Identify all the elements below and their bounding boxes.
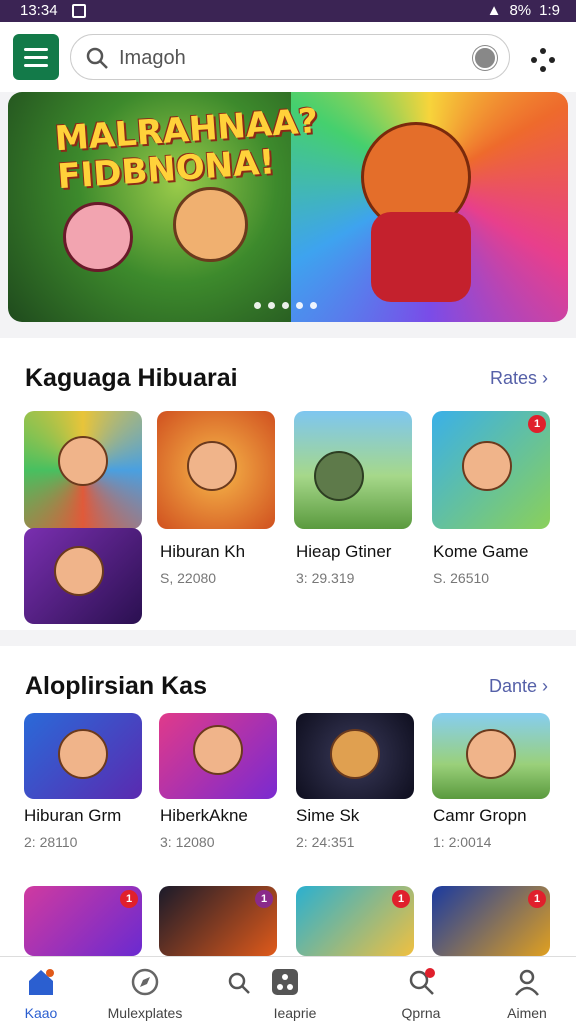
home-icon (29, 969, 54, 995)
game-meta: 3: 29.319 (296, 570, 355, 586)
game-meta: 3: 12080 (160, 834, 215, 850)
bottom-nav: Kaao Mulexplates Ieaprie Qprna Aimen (0, 956, 576, 1024)
menu-button[interactable] (13, 34, 59, 80)
search-icon (86, 47, 108, 69)
top-bar: Imagoh (0, 22, 576, 92)
ball-icon[interactable] (473, 46, 497, 70)
game-tile[interactable]: 1 (296, 886, 414, 956)
pager-dot[interactable] (268, 302, 275, 309)
fox-outfit (371, 212, 471, 302)
character-face (193, 725, 243, 775)
game-name[interactable]: Hiburan Kh (160, 542, 245, 562)
section-more-link[interactable]: Dante › (489, 676, 548, 697)
character-face (462, 441, 512, 491)
game-tile[interactable] (24, 713, 142, 799)
game-tile[interactable] (24, 528, 142, 624)
character-face (314, 451, 364, 501)
game-meta: S, 22080 (160, 570, 217, 586)
search-placeholder: Imagoh (119, 47, 186, 69)
section-hiburan: Kaguaga Hibuarai Rates › Hiburan Kh S, 2… (0, 338, 576, 630)
character-girl (63, 202, 133, 272)
status-icons: ▲ 8% 1:9 (487, 2, 560, 19)
pager-dot[interactable] (254, 302, 261, 309)
status-time: 13:34 (20, 2, 58, 19)
game-name[interactable]: Kome Game (433, 542, 528, 562)
game-controller-icon (272, 969, 298, 995)
hero-banner[interactable]: MALRAHNAA? FIDBNONA! (8, 92, 568, 322)
nav-label: Kaao (24, 1005, 58, 1021)
character-boy (173, 187, 248, 262)
notification-badge: 1 (528, 415, 546, 433)
pager-dot[interactable] (296, 302, 303, 309)
notification-badge: 1 (120, 890, 138, 908)
game-name[interactable]: Sime Sk (296, 806, 359, 826)
character-face (187, 441, 237, 491)
section-more-label: Dante (488, 676, 537, 696)
banner-pager[interactable] (254, 302, 317, 309)
notification-badge: 1 (528, 890, 546, 908)
search-input[interactable]: Imagoh (70, 34, 510, 80)
game-meta: 2: 24:351 (296, 834, 355, 850)
notification-icon (72, 4, 86, 18)
pager-dot[interactable] (310, 302, 317, 309)
game-tile[interactable] (159, 713, 277, 799)
game-tile[interactable]: 1 (159, 886, 277, 956)
game-tile[interactable] (432, 713, 550, 799)
banner-right-art (291, 92, 568, 322)
search-icon (228, 972, 250, 994)
nav-label: Ieaprie (273, 1005, 317, 1021)
section-more-link[interactable]: Rates › (490, 368, 548, 389)
game-name[interactable]: Camr Gropn (433, 806, 527, 826)
game-meta: S. 26510 (433, 570, 490, 586)
nav-label: Mulexplates (107, 1005, 183, 1021)
status-time-right: 1:9 (539, 2, 560, 19)
character-face (58, 729, 108, 779)
character-face (330, 729, 380, 779)
game-tile[interactable] (157, 411, 275, 529)
character-face (58, 436, 108, 486)
game-tile[interactable]: 1 (432, 886, 550, 956)
menu-icon-line (24, 47, 48, 51)
more-dots-icon[interactable] (530, 47, 556, 73)
game-meta: 1: 2:0014 (433, 834, 492, 850)
section-title: Aloplirsian Kas (25, 672, 207, 700)
menu-icon-line (24, 55, 48, 59)
status-bar: 13:34 ▲ 8% 1:9 (0, 0, 576, 22)
pager-dot[interactable] (282, 302, 289, 309)
game-tile[interactable] (296, 713, 414, 799)
game-name[interactable]: Hiburan Grm (24, 806, 121, 826)
game-tile[interactable]: 1 (432, 411, 550, 529)
game-tile[interactable] (24, 411, 142, 529)
character-face (54, 546, 104, 596)
compass-icon (131, 968, 159, 996)
user-icon (515, 969, 539, 996)
section-aloplirsian: Aloplirsian Kas Dante › Hiburan Grm 2: 2… (0, 646, 576, 956)
game-tile[interactable]: 1 (24, 886, 142, 956)
game-name[interactable]: HiberkAkne (160, 806, 248, 826)
search-icon (409, 968, 435, 995)
notification-badge: 1 (392, 890, 410, 908)
battery-level: 8% (509, 2, 532, 19)
game-tile[interactable] (294, 411, 412, 529)
game-meta: 2: 28110 (24, 834, 78, 850)
game-name[interactable]: Hieap Gtiner (296, 542, 391, 562)
nav-label: Qprna (401, 1005, 441, 1021)
section-more-label: Rates (489, 368, 537, 388)
menu-icon-line (24, 63, 48, 67)
banner-title: MALRAHNAA? FIDBNONA! (53, 101, 320, 198)
wifi-icon: ▲ (486, 2, 502, 19)
character-face (466, 729, 516, 779)
section-title: Kaguaga Hibuarai (25, 364, 238, 392)
nav-label: Aimen (507, 1005, 547, 1021)
notification-badge: 1 (255, 890, 273, 908)
